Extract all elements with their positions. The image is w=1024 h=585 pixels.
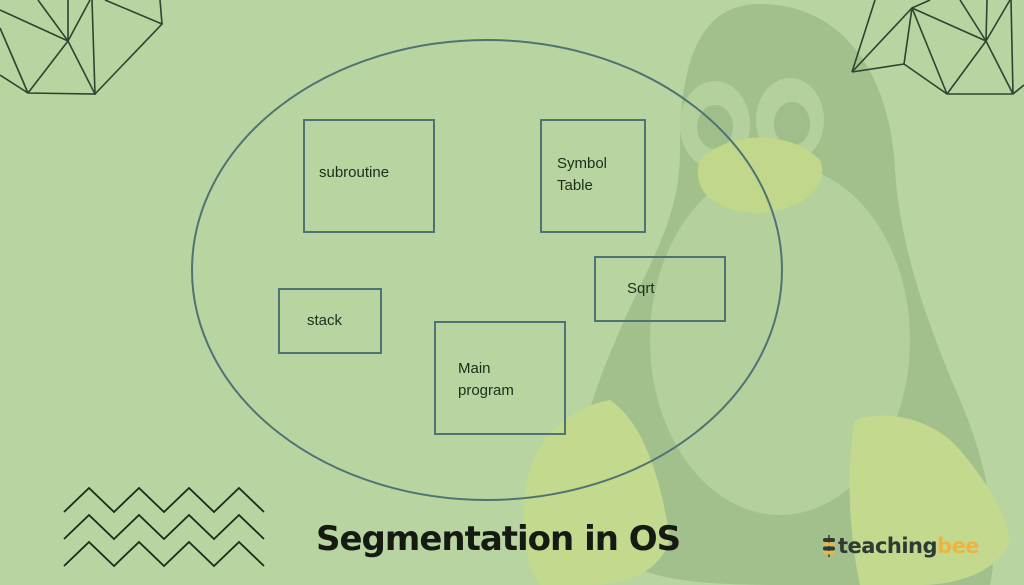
segment-label-stack: stack	[307, 312, 343, 329]
logo-text-teaching: teaching	[838, 534, 938, 558]
teachingbee-logo: teaching bee	[822, 534, 980, 558]
background-art	[0, 0, 1024, 585]
zigzag-lines	[63, 486, 265, 568]
segment-sqrt	[594, 256, 726, 322]
segment-label-subroutine: subroutine	[319, 164, 390, 181]
slide: subroutine Symbol Table stack Sqrt Main …	[0, 0, 1024, 585]
segment-label-symbol-table: Symbol Table	[557, 155, 608, 194]
bee-stack-icon	[823, 535, 835, 557]
segment-label-main-program: Main program	[458, 360, 514, 399]
logo-text-bee: bee	[937, 534, 980, 558]
triangle-mesh-top-left	[0, 0, 164, 95]
triangle-mesh-top-right	[851, 0, 1024, 95]
segment-label-sqrt: Sqrt	[627, 280, 655, 297]
slide-title: Segmentation in OS	[316, 519, 681, 559]
